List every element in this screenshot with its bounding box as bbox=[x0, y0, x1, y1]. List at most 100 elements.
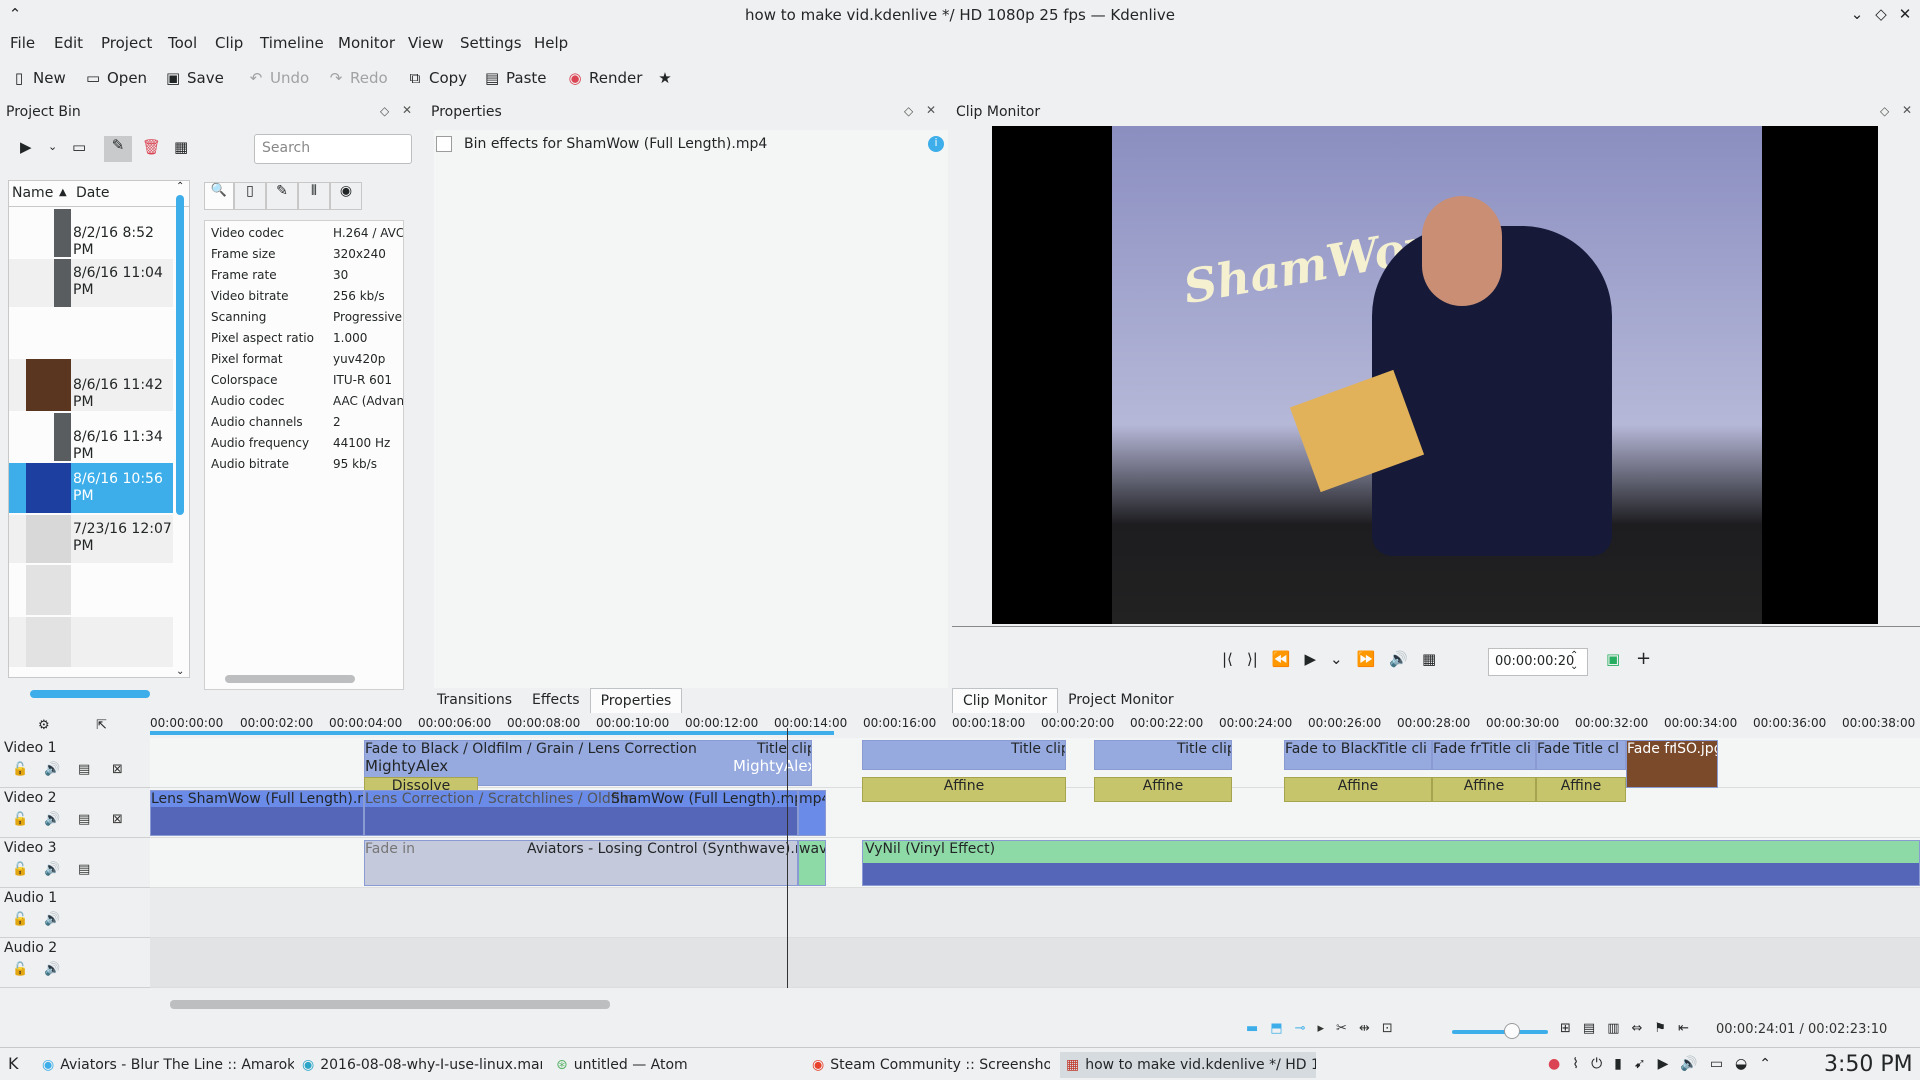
dock-float-icon[interactable]: ◇ bbox=[380, 104, 389, 118]
timeline-clip[interactable]: Fade in Aviators - Losing Control (Synthw… bbox=[364, 840, 798, 886]
timeline-clip[interactable]: Fade fr Title cli bbox=[1432, 740, 1536, 770]
affine-transition[interactable]: Affine bbox=[1536, 777, 1626, 802]
chevron-down-icon[interactable]: ⌄ bbox=[1330, 650, 1343, 668]
lock-icon[interactable]: 🔓 bbox=[12, 962, 28, 977]
composite-icon[interactable]: ⊠ bbox=[112, 762, 123, 777]
scroll-down-icon[interactable]: ⌄ bbox=[176, 666, 184, 677]
new-button[interactable]: ▯ New bbox=[12, 65, 66, 91]
bin-clip-item[interactable] bbox=[9, 565, 173, 615]
timeline-clip[interactable]: mp4 bbox=[798, 790, 826, 836]
app-launcher-icon[interactable]: K bbox=[8, 1054, 19, 1073]
timeline-ruler[interactable]: 00:00:00:00 00:00:02:00 00:00:04:00 00:0… bbox=[150, 713, 1920, 735]
date-column-header[interactable]: Date bbox=[76, 185, 109, 201]
battery-icon[interactable]: ▮ bbox=[1614, 1056, 1622, 1072]
bin-clip-item[interactable]: 8/6/16 11:34 PM bbox=[9, 413, 173, 462]
track-lane-audio-1[interactable] bbox=[150, 888, 1920, 938]
menu-help[interactable]: Help bbox=[534, 34, 568, 52]
thumbnails-icon[interactable]: ▤ bbox=[1583, 1021, 1595, 1036]
track-view-icon[interactable]: ▬ bbox=[1246, 1021, 1258, 1036]
copy-button[interactable]: ⧉ Copy bbox=[408, 65, 467, 91]
zoom-icon[interactable]: ⊞ bbox=[1560, 1021, 1571, 1036]
dock-float-icon[interactable]: ◇ bbox=[1880, 104, 1889, 118]
task-chrome[interactable]: ◉ Steam Community :: Screenshot bbox=[806, 1052, 1050, 1078]
mute-icon[interactable]: 🔊 bbox=[44, 962, 60, 977]
hide-video-icon[interactable]: ▤ bbox=[78, 812, 90, 827]
task-kdenlive[interactable]: ▦ how to make vid.kdenlive */ HD 1c bbox=[1060, 1052, 1316, 1078]
timeline-clip[interactable]: VyNil (Vinyl Effect) bbox=[862, 840, 1920, 886]
power-icon[interactable]: ⏻ bbox=[1591, 1056, 1602, 1072]
spacer-tool-icon[interactable]: ⇹ bbox=[1359, 1021, 1370, 1036]
menu-monitor[interactable]: Monitor bbox=[338, 34, 395, 52]
razor-icon[interactable]: ⊸ bbox=[1295, 1021, 1306, 1036]
dock-float-icon[interactable]: ◇ bbox=[904, 104, 913, 118]
timecode-spin-icon[interactable]: ⌃ ⌄ bbox=[1570, 650, 1578, 672]
layout-icon[interactable]: ▥ bbox=[1607, 1021, 1619, 1036]
add-icon[interactable]: + bbox=[1636, 648, 1651, 669]
close-icon[interactable]: ✕ bbox=[1894, 3, 1916, 25]
bin-clip-item[interactable]: 7/23/16 12:07 PM bbox=[9, 515, 173, 563]
edit-icon[interactable]: ✎ bbox=[266, 182, 298, 210]
bin-search-input[interactable]: Search bbox=[254, 134, 412, 164]
open-button[interactable]: ▭ Open bbox=[86, 65, 147, 91]
timeline-settings-icon[interactable]: ⚙ bbox=[38, 718, 50, 733]
zoom-slider-handle[interactable] bbox=[1504, 1023, 1520, 1039]
bin-clip-item[interactable] bbox=[9, 309, 173, 357]
zone-icon[interactable]: ▦ bbox=[1422, 650, 1436, 668]
undo-button[interactable]: ↶ Undo bbox=[249, 65, 309, 91]
task-document[interactable]: ◉ 2016-08-08-why-I-use-linux.mark bbox=[296, 1052, 542, 1078]
maximize-icon[interactable]: ◇ bbox=[1870, 3, 1892, 25]
rewind-icon[interactable]: ⏪ bbox=[1272, 650, 1291, 668]
fit-zoom-icon[interactable]: ⊡ bbox=[1382, 1021, 1393, 1036]
hide-video-icon[interactable]: ▤ bbox=[78, 762, 90, 777]
save-button[interactable]: ▣ Save bbox=[166, 65, 224, 91]
monitor-video-frame[interactable]: ShamWow! bbox=[992, 126, 1878, 624]
fit-icon[interactable]: ⇤ bbox=[1678, 1021, 1689, 1036]
hide-video-icon[interactable]: ▤ bbox=[78, 862, 90, 877]
clock[interactable]: 3:50 PM bbox=[1824, 1052, 1913, 1077]
mute-icon[interactable]: 🔊 bbox=[44, 912, 60, 927]
timeline-clip[interactable]: Fade fr ISO.jpg bbox=[1626, 740, 1718, 788]
volume-tray-icon[interactable]: 🔊 bbox=[1680, 1056, 1697, 1072]
new-folder-icon[interactable]: ▭ bbox=[72, 138, 86, 156]
zoom-slider[interactable] bbox=[1452, 1030, 1548, 1034]
mute-icon[interactable]: 🔊 bbox=[44, 812, 60, 827]
timeline-playhead[interactable] bbox=[787, 728, 788, 988]
eye-icon[interactable]: ◉ bbox=[330, 182, 362, 210]
bin-vertical-scrollbar[interactable] bbox=[176, 195, 184, 515]
affine-transition[interactable]: Affine bbox=[1284, 777, 1432, 802]
lock-icon[interactable]: 🔓 bbox=[12, 812, 28, 827]
view-mode-icon[interactable]: ▦ bbox=[174, 138, 188, 156]
track-header-icon[interactable]: ⇱ bbox=[96, 718, 107, 733]
monitor-timeline-ruler[interactable] bbox=[952, 626, 1920, 634]
bin-clip-item[interactable]: 8/2/16 8:52 PM bbox=[9, 209, 173, 258]
clip-icon[interactable]: ⌇ bbox=[1572, 1056, 1579, 1072]
edit-clip-icon[interactable]: ✎ bbox=[104, 136, 132, 162]
fast-forward-icon[interactable]: ⏩ bbox=[1357, 650, 1376, 668]
bin-clip-item[interactable] bbox=[9, 617, 173, 667]
bin-clip-item[interactable]: 8/6/16 11:04 PM bbox=[9, 259, 173, 307]
play-icon[interactable]: ▶ bbox=[1305, 650, 1317, 668]
tab-clip-monitor[interactable]: Clip Monitor bbox=[952, 688, 1059, 714]
bin-horizontal-scrollbar[interactable] bbox=[30, 690, 150, 698]
task-atom[interactable]: ⊛ untitled — Atom bbox=[550, 1052, 800, 1078]
affine-transition[interactable]: Affine bbox=[1432, 777, 1536, 802]
menu-timeline[interactable]: Timeline bbox=[260, 34, 324, 52]
menu-clip[interactable]: Clip bbox=[215, 34, 243, 52]
render-button[interactable]: ◉ Render bbox=[568, 65, 642, 91]
marker-icon[interactable]: ▯ bbox=[234, 182, 266, 210]
affine-transition[interactable]: Affine bbox=[1094, 777, 1232, 802]
tab-effects[interactable]: Effects bbox=[522, 688, 590, 714]
tab-properties[interactable]: Properties bbox=[589, 688, 683, 714]
timeline-clip[interactable]: Fade Title cl bbox=[1536, 740, 1626, 770]
info-horizontal-scrollbar[interactable] bbox=[225, 675, 355, 683]
tab-project-monitor[interactable]: Project Monitor bbox=[1058, 688, 1184, 714]
next-marker-icon[interactable]: ⟩| bbox=[1247, 650, 1258, 668]
add-clip-icon[interactable]: ▶ bbox=[20, 138, 32, 156]
volume-icon[interactable]: 🔊 bbox=[1389, 650, 1408, 668]
menu-settings[interactable]: Settings bbox=[460, 34, 522, 52]
mute-icon[interactable]: 🔊 bbox=[44, 762, 60, 777]
marker-flag-icon[interactable]: ⚑ bbox=[1654, 1021, 1666, 1036]
bin-effects-checkbox[interactable] bbox=[436, 136, 452, 152]
timeline-clip[interactable]: Lens ShamWow (Full Length).mp4 bbox=[150, 790, 364, 836]
scroll-up-icon[interactable]: ⌃ bbox=[176, 181, 184, 192]
